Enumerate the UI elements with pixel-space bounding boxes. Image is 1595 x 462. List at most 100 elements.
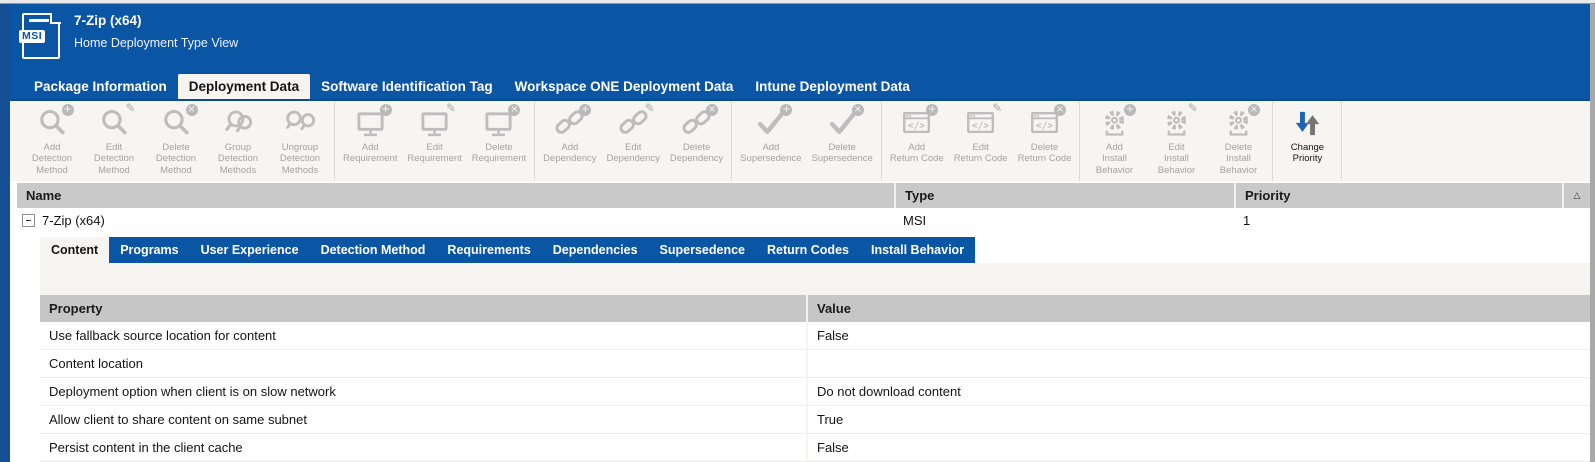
msi-file-icon: MSI bbox=[22, 13, 60, 59]
column-header-property[interactable]: Property bbox=[40, 301, 806, 316]
window-subtitle: Home Deployment Type View bbox=[74, 36, 238, 50]
deployment-type-view: MSI 7-Zip (x64) Home Deployment Type Vie… bbox=[0, 4, 1595, 462]
change-priority-button[interactable]: Change Priority bbox=[1276, 101, 1338, 167]
property-row[interactable]: Deployment option when client is on slow… bbox=[40, 378, 1590, 406]
code-icon bbox=[901, 108, 932, 139]
edit-detection-method-button[interactable]: Edit Detection Method bbox=[83, 101, 145, 178]
monitor-icon bbox=[483, 108, 514, 139]
add-requirement-button[interactable]: Add Requirement bbox=[338, 101, 402, 167]
detail-tab-label: Install Behavior bbox=[871, 243, 964, 257]
magnifier-icon bbox=[161, 108, 192, 139]
header-banner: MSI 7-Zip (x64) Home Deployment Type Vie… bbox=[10, 4, 1590, 101]
add-dependency-button[interactable]: Add Dependency bbox=[538, 101, 601, 167]
edit-install-behavior-button[interactable]: Edit Install Behavior bbox=[1145, 101, 1207, 178]
magnifiers-overlap-icon bbox=[223, 108, 254, 139]
delete-requirement-button[interactable]: Delete Requirement bbox=[467, 101, 531, 167]
badge-icon bbox=[1124, 104, 1136, 116]
tab-install-behavior[interactable]: Install Behavior bbox=[860, 237, 975, 263]
tab-detection-method[interactable]: Detection Method bbox=[310, 237, 437, 263]
add-supersedence-button[interactable]: Add Supersedence bbox=[735, 101, 806, 167]
toolbar-button-label: Edit Return Code bbox=[954, 142, 1008, 165]
badge-icon bbox=[706, 104, 718, 116]
gear-icon bbox=[1099, 108, 1130, 139]
detail-panel: Content Programs User Experience Detecti… bbox=[40, 237, 1590, 462]
tab-return-codes[interactable]: Return Codes bbox=[756, 237, 860, 263]
edit-return-code-button[interactable]: Edit Return Code bbox=[949, 101, 1013, 167]
toolbar-group-return-code: Add Return Code Edit Return Code bbox=[882, 101, 1081, 181]
add-return-code-button[interactable]: Add Return Code bbox=[885, 101, 949, 167]
tab-dependencies[interactable]: Dependencies bbox=[542, 237, 649, 263]
main-tab-label: Package Information bbox=[34, 79, 167, 94]
toolbar-button-label: Add Dependency bbox=[543, 142, 596, 165]
badge-icon bbox=[579, 104, 591, 116]
detail-tab-label: Detection Method bbox=[321, 243, 426, 257]
deployment-type-row[interactable]: 7-Zip (x64) MSI 1 bbox=[17, 208, 1590, 233]
column-header-name[interactable]: Name bbox=[17, 188, 894, 203]
detail-tab-label: Supersedence bbox=[660, 243, 745, 257]
tab-package-information[interactable]: Package Information bbox=[23, 74, 178, 99]
magnifier-icon bbox=[37, 108, 68, 139]
toolbar-group-dependency: Add Dependency Edit Dependency bbox=[535, 101, 732, 181]
detail-tab-label: Content bbox=[51, 243, 98, 257]
property-value-cell: False bbox=[806, 322, 1590, 349]
tab-software-identification-tag[interactable]: Software Identification Tag bbox=[310, 74, 504, 99]
delete-return-code-button[interactable]: Delete Return Code bbox=[1013, 101, 1077, 167]
toolbar-button-label: Edit Requirement bbox=[407, 142, 461, 165]
tab-programs[interactable]: Programs bbox=[109, 237, 189, 263]
column-header-value[interactable]: Value bbox=[806, 295, 1590, 322]
badge-icon bbox=[1248, 104, 1260, 116]
code-icon bbox=[1029, 108, 1060, 139]
edit-dependency-button[interactable]: Edit Dependency bbox=[602, 101, 665, 167]
badge-icon bbox=[62, 104, 74, 116]
group-detection-methods-button[interactable]: Group Detection Methods bbox=[207, 101, 269, 178]
badge-icon bbox=[1187, 102, 1199, 114]
toolbar-group-detection: Add Detection Method Edit Detection Meth… bbox=[18, 101, 335, 181]
property-value-cell: Do not download content bbox=[806, 378, 1590, 405]
detail-tab-label: Return Codes bbox=[767, 243, 849, 257]
tab-content[interactable]: Content bbox=[40, 237, 109, 263]
toolbar-button-label: Edit Dependency bbox=[607, 142, 660, 165]
tab-user-experience[interactable]: User Experience bbox=[190, 237, 310, 263]
monitor-icon bbox=[355, 108, 386, 139]
add-detection-method-button[interactable]: Add Detection Method bbox=[21, 101, 83, 178]
code-icon bbox=[965, 108, 996, 139]
deployment-name-cell: 7-Zip (x64) bbox=[42, 213, 105, 228]
delete-detection-method-button[interactable]: Delete Detection Method bbox=[145, 101, 207, 178]
deployment-priority-cell: 1 bbox=[1234, 208, 1590, 233]
toolbar-button-label: Add Return Code bbox=[890, 142, 944, 165]
property-row[interactable]: Persist content in the client cache Fals… bbox=[40, 434, 1590, 462]
delete-install-behavior-button[interactable]: Delete Install Behavior bbox=[1207, 101, 1269, 178]
ungroup-detection-methods-button[interactable]: Ungroup Detection Methods bbox=[269, 101, 331, 178]
badge-icon bbox=[1054, 104, 1066, 116]
property-row[interactable]: Content location bbox=[40, 350, 1590, 378]
delete-supersedence-button[interactable]: Delete Supersedence bbox=[807, 101, 878, 167]
property-row[interactable]: Use fallback source location for content… bbox=[40, 322, 1590, 350]
tab-supersedence[interactable]: Supersedence bbox=[649, 237, 756, 263]
collapse-toggle-icon[interactable] bbox=[22, 214, 35, 227]
badge-icon bbox=[644, 102, 656, 114]
property-row[interactable]: Allow client to share content on same su… bbox=[40, 406, 1590, 434]
content-panel: Property Value Use fallback source locat… bbox=[40, 263, 1590, 462]
check-icon bbox=[755, 108, 786, 139]
main-tab-bar: Package Information Deployment Data Soft… bbox=[23, 74, 921, 99]
toolbar-button-label: Add Detection Method bbox=[32, 142, 72, 176]
detail-tab-label: Requirements bbox=[447, 243, 530, 257]
toolbar-button-label: Edit Detection Method bbox=[94, 142, 134, 176]
delete-dependency-button[interactable]: Delete Dependency bbox=[665, 101, 728, 167]
add-install-behavior-button[interactable]: Add Install Behavior bbox=[1083, 101, 1145, 178]
tab-deployment-data[interactable]: Deployment Data bbox=[178, 74, 310, 99]
sort-ascending-icon: △ bbox=[1574, 191, 1581, 201]
column-header-priority[interactable]: Priority bbox=[1234, 183, 1562, 208]
property-name-cell: Allow client to share content on same su… bbox=[40, 412, 806, 427]
toolbar-group-requirement: Add Requirement Edit Requirement bbox=[335, 101, 535, 181]
chain-icon bbox=[681, 108, 712, 139]
toolbar-button-label: Delete Supersedence bbox=[812, 142, 873, 165]
property-value-cell: True bbox=[806, 406, 1590, 433]
tab-workspace-one-deployment-data[interactable]: Workspace ONE Deployment Data bbox=[504, 74, 745, 99]
badge-icon bbox=[445, 102, 457, 114]
toolbar-button-label: Delete Install Behavior bbox=[1220, 142, 1258, 176]
tab-requirements[interactable]: Requirements bbox=[436, 237, 541, 263]
tab-intune-deployment-data[interactable]: Intune Deployment Data bbox=[744, 74, 921, 99]
column-header-type[interactable]: Type bbox=[894, 183, 1234, 208]
edit-requirement-button[interactable]: Edit Requirement bbox=[402, 101, 466, 167]
